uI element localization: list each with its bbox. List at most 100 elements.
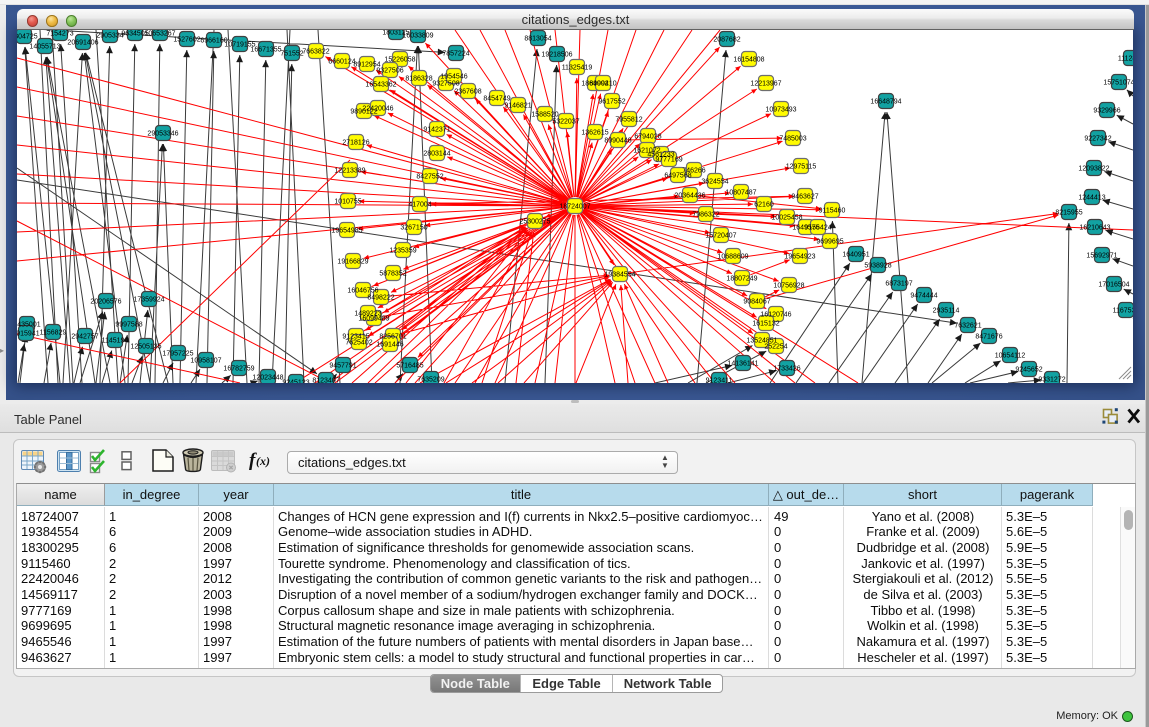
- svg-text:1527602: 1527602: [173, 37, 200, 44]
- svg-text:9156424: 9156424: [804, 225, 831, 232]
- svg-text:16543362: 16543362: [365, 82, 396, 89]
- svg-text:1803125: 1803125: [382, 30, 409, 37]
- svg-text:18724007: 18724007: [559, 204, 590, 211]
- svg-text:8427552: 8427552: [416, 174, 443, 181]
- svg-text:7635209: 7635209: [417, 377, 444, 383]
- svg-text:15692971: 15692971: [1086, 253, 1117, 260]
- svg-text:16210643: 16210643: [1079, 225, 1110, 232]
- svg-text:15720407: 15720407: [705, 233, 736, 240]
- svg-text:17957225: 17957225: [162, 351, 193, 358]
- svg-text:12213967: 12213967: [750, 81, 781, 88]
- svg-text:9331272: 9331272: [1038, 377, 1065, 383]
- svg-text:16671355: 16671355: [250, 47, 281, 54]
- svg-text:12023448: 12023448: [252, 375, 283, 382]
- svg-text:1615132: 1615132: [752, 321, 779, 328]
- svg-text:(x): (x): [256, 454, 270, 468]
- svg-text:20364436: 20364436: [674, 193, 705, 200]
- svg-text:1112843: 1112843: [1118, 56, 1133, 63]
- svg-text:19218506: 19218506: [541, 52, 572, 59]
- svg-text:8256701: 8256701: [379, 334, 406, 341]
- svg-text:8123407: 8123407: [312, 378, 339, 383]
- svg-text:16154808: 16154808: [733, 57, 764, 64]
- svg-text:10807487: 10807487: [725, 190, 756, 197]
- svg-text:10025458: 10025458: [771, 215, 802, 222]
- svg-text:12213389: 12213389: [334, 168, 365, 175]
- svg-text:10654112: 10654112: [995, 353, 1026, 360]
- svg-text:1304725: 1304725: [17, 34, 38, 41]
- svg-text:25300275: 25300275: [519, 219, 550, 226]
- svg-text:15751074: 15751074: [1103, 80, 1133, 87]
- svg-text:6873197: 6873197: [885, 281, 912, 288]
- svg-text:7955812: 7955812: [615, 117, 642, 124]
- svg-text:1145194: 1145194: [102, 338, 129, 345]
- svg-text:9777169: 9777169: [655, 157, 682, 164]
- svg-text:5878352: 5878352: [379, 271, 406, 278]
- svg-text:19654923: 19654923: [784, 254, 815, 261]
- svg-text:252254: 252254: [764, 344, 787, 351]
- svg-text:9474444: 9474444: [910, 293, 937, 300]
- svg-text:10756928: 10756928: [773, 283, 804, 290]
- svg-text:9463627: 9463627: [791, 194, 818, 201]
- svg-text:62160: 62160: [754, 202, 774, 209]
- svg-text:16120746: 16120746: [760, 312, 791, 319]
- svg-text:8990448: 8990448: [604, 138, 631, 145]
- svg-text:1954546: 1954546: [440, 74, 467, 81]
- svg-text:8454749: 8454749: [483, 96, 510, 103]
- svg-text:11325419: 11325419: [562, 65, 593, 72]
- svg-text:7986322: 7986322: [692, 212, 719, 219]
- svg-text:9245652: 9245652: [1015, 367, 1042, 374]
- svg-text:15226058: 15226058: [384, 57, 415, 64]
- svg-text:10688609: 10688609: [717, 254, 748, 261]
- svg-text:14136141: 14136141: [727, 361, 758, 368]
- svg-text:751552: 751552: [280, 51, 303, 58]
- svg-text:9327508: 9327508: [432, 81, 459, 88]
- svg-text:9329966: 9329966: [1093, 108, 1120, 115]
- svg-text:2087682: 2087682: [713, 37, 740, 44]
- svg-text:1489223: 1489223: [354, 311, 381, 318]
- svg-text:22420046: 22420046: [362, 106, 393, 113]
- svg-text:16046756: 16046756: [347, 288, 378, 295]
- svg-text:1362615: 1362615: [581, 130, 608, 137]
- svg-text:9245123: 9245123: [282, 380, 309, 383]
- svg-text:7154273: 7154273: [46, 31, 73, 38]
- svg-text:1733426: 1733426: [773, 366, 800, 373]
- svg-text:16648794: 16648794: [870, 99, 901, 106]
- svg-text:8186328: 8186328: [405, 76, 432, 83]
- svg-text:9084067: 9084067: [743, 299, 770, 306]
- svg-text:10958107: 10958107: [190, 358, 221, 365]
- svg-text:8990410: 8990410: [589, 81, 616, 88]
- svg-text:17016504: 17016504: [1098, 282, 1129, 289]
- svg-text:9227342: 9227342: [1084, 136, 1111, 143]
- svg-text:5716485: 5716485: [396, 363, 423, 370]
- svg-text:5938928: 5938928: [864, 263, 891, 270]
- svg-text:9699695: 9699695: [816, 239, 843, 246]
- svg-text:19384554: 19384554: [604, 272, 635, 279]
- svg-text:9617552: 9617552: [598, 99, 625, 106]
- svg-text:9146821: 9146821: [504, 103, 531, 110]
- svg-text:12975115: 12975115: [786, 164, 817, 171]
- svg-text:20691406: 20691406: [67, 40, 98, 47]
- svg-text:5322037: 5322037: [552, 119, 579, 126]
- svg-text:7625402: 7625402: [345, 340, 372, 347]
- svg-text:7485003: 7485003: [779, 136, 806, 143]
- svg-text:2803144: 2803144: [423, 151, 450, 158]
- svg-text:1244413: 1244413: [1078, 195, 1105, 202]
- svg-text:10653267: 10653267: [144, 31, 175, 38]
- svg-text:7857224: 7857224: [442, 51, 469, 58]
- svg-text:2367608: 2367608: [454, 89, 481, 96]
- svg-text:1640951: 1640951: [842, 252, 869, 259]
- svg-text:18807249: 18807249: [726, 276, 757, 283]
- svg-text:6794028: 6794028: [634, 134, 661, 141]
- svg-text:1010755: 1010755: [334, 199, 361, 206]
- svg-text:3915941: 3915941: [17, 331, 40, 338]
- svg-text:9997588: 9997588: [115, 322, 142, 329]
- svg-text:1235359: 1235359: [389, 248, 416, 255]
- svg-text:8215955: 8215955: [1055, 210, 1082, 217]
- svg-text:29053346: 29053346: [147, 131, 178, 138]
- svg-text:2942757: 2942757: [71, 334, 98, 341]
- svg-text:7663822: 7663822: [302, 49, 329, 56]
- svg-text:1156829: 1156829: [40, 330, 67, 337]
- svg-text:8813054: 8813054: [524, 36, 551, 43]
- svg-text:1691446: 1691446: [376, 342, 403, 349]
- svg-text:19654985: 19654985: [331, 228, 362, 235]
